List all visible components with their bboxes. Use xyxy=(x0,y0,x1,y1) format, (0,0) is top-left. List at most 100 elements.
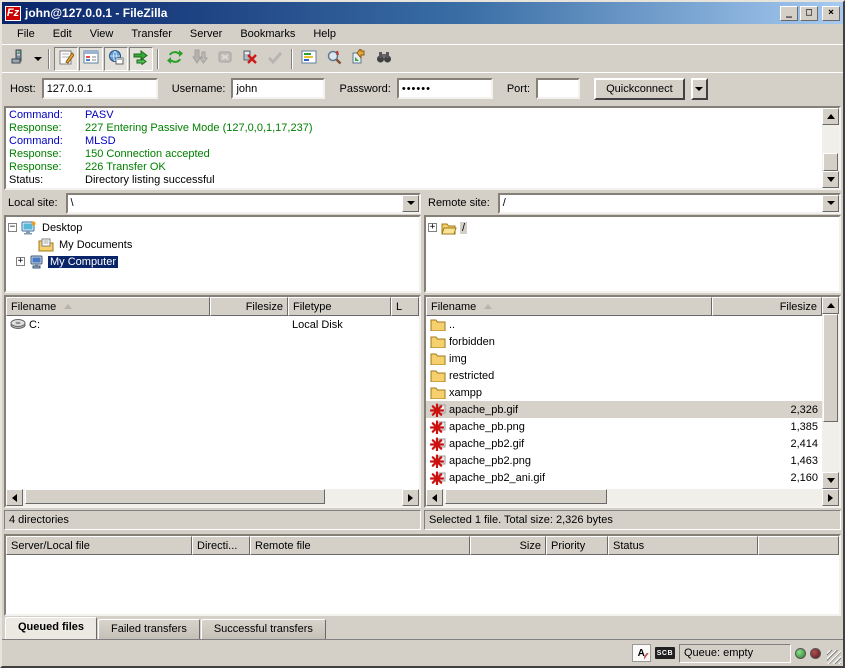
scroll-left-icon[interactable] xyxy=(6,489,23,506)
column-header-filename[interactable]: Filename xyxy=(6,297,210,316)
log-lines: Command:PASV Response:227 Entering Passi… xyxy=(6,108,822,188)
expand-icon[interactable]: + xyxy=(16,257,25,266)
tab-queued-files[interactable]: Queued files xyxy=(5,617,97,639)
filter-button[interactable] xyxy=(297,47,321,71)
scroll-down-icon[interactable] xyxy=(822,171,839,188)
cancel-button[interactable] xyxy=(213,47,237,71)
log-line-text: 226 Transfer OK xyxy=(85,161,166,174)
tree-item-my-computer[interactable]: + My Computer xyxy=(16,253,417,270)
remote-file-row[interactable]: .. xyxy=(426,316,822,333)
password-input[interactable] xyxy=(397,78,493,99)
quickconnect-dropdown[interactable] xyxy=(691,78,708,100)
scrollbar-thumb[interactable] xyxy=(445,489,607,504)
tree-item-desktop[interactable]: − Desktop xyxy=(8,219,417,236)
column-header-size[interactable]: Size xyxy=(470,536,546,555)
column-header-lastmodified[interactable]: L xyxy=(391,297,419,316)
port-input[interactable] xyxy=(536,78,580,99)
column-header-filesize[interactable]: Filesize xyxy=(210,297,288,316)
collapse-icon[interactable]: − xyxy=(8,223,17,232)
tab-failed-transfers[interactable]: Failed transfers xyxy=(98,619,200,639)
remote-file-row[interactable]: apache_pb.png 1,385 xyxy=(426,418,822,435)
remote-vertical-scrollbar[interactable] xyxy=(822,297,839,489)
maximize-button[interactable]: □ xyxy=(800,6,818,21)
local-horizontal-scrollbar[interactable] xyxy=(6,489,419,506)
column-header-remote-file[interactable]: Remote file xyxy=(250,536,470,555)
local-file-row[interactable]: C: Local Disk xyxy=(6,316,419,333)
scroll-left-icon[interactable] xyxy=(426,489,443,506)
search-button[interactable] xyxy=(322,47,346,71)
toggle-message-log-button[interactable] xyxy=(54,47,78,71)
minimize-button[interactable]: _ xyxy=(780,6,798,21)
toggle-queue-button[interactable] xyxy=(129,47,153,71)
tree-item-my-documents[interactable]: My Documents xyxy=(25,236,417,253)
log-line-label: Response: xyxy=(9,122,85,135)
remote-site-bar: Remote site: / xyxy=(424,192,841,214)
combo-dropdown-button[interactable] xyxy=(822,195,839,212)
host-input[interactable] xyxy=(42,78,158,99)
column-header-priority[interactable]: Priority xyxy=(546,536,608,555)
remote-file-row-selected[interactable]: apache_pb.gif 2,326 xyxy=(426,401,822,418)
remote-site-combobox[interactable]: / xyxy=(498,193,841,214)
message-log: Command:PASV Response:227 Entering Passi… xyxy=(4,106,841,190)
menu-edit[interactable]: Edit xyxy=(44,26,81,42)
scroll-down-icon[interactable] xyxy=(822,472,839,489)
sort-ascending-icon xyxy=(484,304,492,309)
queue-header: Server/Local file Directi... Remote file… xyxy=(6,536,839,555)
scrollbar-thumb[interactable] xyxy=(25,489,325,504)
synchronized-browsing-button[interactable] xyxy=(347,47,371,71)
combo-dropdown-button[interactable] xyxy=(402,195,419,212)
username-input[interactable] xyxy=(231,78,325,99)
refresh-button[interactable] xyxy=(163,47,187,71)
column-header-filetype[interactable]: Filetype xyxy=(288,297,391,316)
cancel-icon xyxy=(217,49,233,68)
scroll-right-icon[interactable] xyxy=(402,489,419,506)
site-manager-dropdown[interactable] xyxy=(31,47,44,71)
column-header-local-file[interactable]: Server/Local file xyxy=(6,536,192,555)
remote-file-row[interactable]: forbidden xyxy=(426,333,822,350)
remote-file-row[interactable]: restricted xyxy=(426,367,822,384)
quickconnect-button[interactable]: Quickconnect xyxy=(594,78,685,100)
remote-file-row[interactable]: img xyxy=(426,350,822,367)
column-header-filesize[interactable]: Filesize xyxy=(712,297,822,316)
column-header-direction[interactable]: Directi... xyxy=(192,536,250,555)
menu-view[interactable]: View xyxy=(81,26,123,42)
local-site-combobox[interactable]: \ xyxy=(66,193,421,214)
menu-server[interactable]: Server xyxy=(181,26,231,42)
scroll-up-icon[interactable] xyxy=(822,297,839,314)
remote-horizontal-scrollbar[interactable] xyxy=(426,489,839,506)
remote-file-row[interactable]: apache_pb2.png 1,463 xyxy=(426,452,822,469)
column-header-filename[interactable]: Filename xyxy=(426,297,712,316)
menu-help[interactable]: Help xyxy=(304,26,345,42)
toggle-remote-tree-button[interactable] xyxy=(104,47,128,71)
site-manager-button[interactable] xyxy=(6,47,30,71)
menu-transfer[interactable]: Transfer xyxy=(122,26,181,42)
scroll-right-icon[interactable] xyxy=(822,489,839,506)
scrollbar-thumb[interactable] xyxy=(823,314,838,422)
speed-limit-badge-icon[interactable]: SCB xyxy=(655,647,675,659)
scrollbar-thumb[interactable] xyxy=(823,153,838,171)
directory-comparison-button[interactable] xyxy=(372,47,396,71)
transfer-type-icon[interactable]: A xyxy=(632,644,651,662)
close-button[interactable]: × xyxy=(822,6,840,21)
remote-file-row[interactable]: apache_pb2.gif 2,414 xyxy=(426,435,822,452)
port-label: Port: xyxy=(507,83,530,95)
column-header-status[interactable]: Status xyxy=(608,536,758,555)
queue-body[interactable] xyxy=(6,555,839,614)
remote-file-row[interactable]: apache_pb2_ani.gif 2,160 xyxy=(426,469,822,486)
toggle-local-tree-button[interactable] xyxy=(79,47,103,71)
remote-file-row[interactable]: xampp xyxy=(426,384,822,401)
resize-grip[interactable] xyxy=(827,650,841,664)
log-vertical-scrollbar[interactable] xyxy=(822,108,839,188)
expand-icon[interactable]: + xyxy=(428,223,437,232)
tree-item-root[interactable]: + / xyxy=(428,219,837,236)
menu-bookmarks[interactable]: Bookmarks xyxy=(231,26,304,42)
scroll-up-icon[interactable] xyxy=(822,108,839,125)
title-bar[interactable]: Fz john@127.0.0.1 - FileZilla _ □ × xyxy=(2,2,843,24)
disconnect-button[interactable] xyxy=(238,47,262,71)
tab-successful-transfers[interactable]: Successful transfers xyxy=(201,619,326,639)
local-rows: C: Local Disk xyxy=(6,316,419,489)
reconnect-button[interactable] xyxy=(263,47,287,71)
menu-file[interactable]: File xyxy=(8,26,44,42)
process-queue-button[interactable] xyxy=(188,47,212,71)
process-queue-icon xyxy=(192,49,208,68)
